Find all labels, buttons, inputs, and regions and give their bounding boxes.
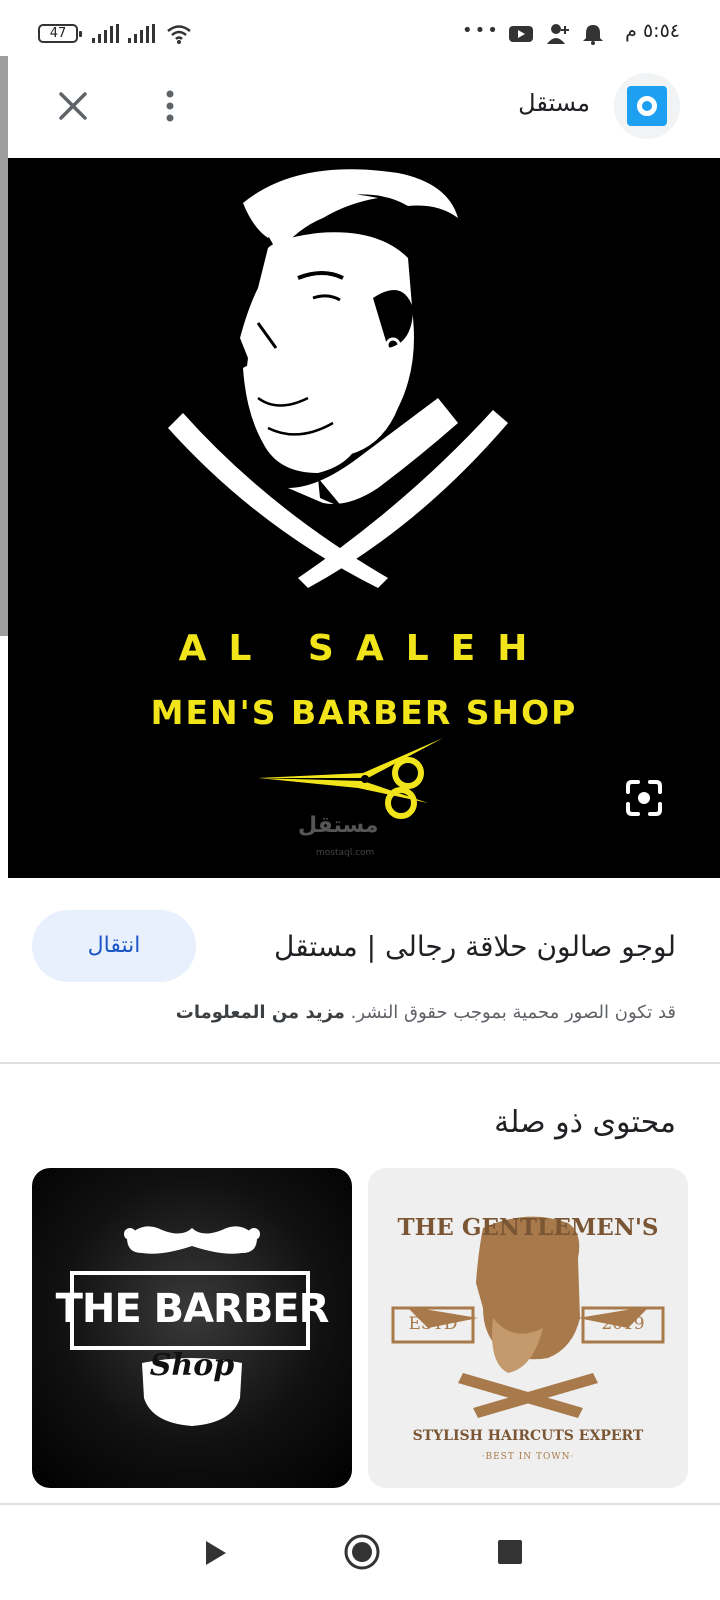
barber-card-script: Shop bbox=[149, 1348, 235, 1383]
gentlemen-arc-top: THE GENTLEMEN'S bbox=[397, 1214, 659, 1241]
signal-icon-2 bbox=[128, 24, 155, 43]
visit-button[interactable]: انتقال bbox=[32, 910, 196, 982]
add-contact-icon bbox=[547, 24, 569, 44]
more-info-link[interactable]: مزيد من المعلومات bbox=[176, 1002, 345, 1023]
brand-tagline: MEN'S BARBER SHOP bbox=[150, 693, 578, 732]
gentlemen-arc-bottom: STYLISH HAIRCUTS EXPERT bbox=[412, 1428, 644, 1444]
clock: ٥:٥٤ م bbox=[625, 20, 680, 42]
related-card-barber-shop[interactable]: THE BARBER Shop bbox=[32, 1168, 352, 1488]
logo-ring bbox=[637, 96, 657, 116]
gentlemen-tagline: ·BEST IN TOWN· bbox=[481, 1452, 575, 1462]
home-circle-icon[interactable] bbox=[343, 1533, 381, 1571]
youtube-icon bbox=[509, 26, 533, 42]
mostaql-logo-icon bbox=[627, 86, 667, 126]
watermark-url: mostaql.com bbox=[316, 848, 375, 858]
google-lens-icon[interactable] bbox=[624, 778, 664, 818]
notification-bell-icon bbox=[583, 25, 603, 45]
brand-name: AL SALEH bbox=[178, 628, 550, 669]
more-status-dots: ••• bbox=[462, 20, 500, 41]
related-content-heading: محتوى ذو صلة bbox=[494, 1105, 676, 1140]
status-bar: 47 ••• ٥:٥٤ م bbox=[0, 0, 720, 60]
source-name[interactable]: مستقل bbox=[518, 89, 590, 117]
back-triangle-icon[interactable] bbox=[202, 1538, 230, 1568]
recent-apps-square-icon[interactable] bbox=[498, 1540, 522, 1564]
barber-portrait-illustration bbox=[168, 169, 508, 588]
scissors-icon bbox=[258, 738, 443, 819]
main-image[interactable]: AL SALEH MEN'S BARBER SHOP مستقل mostaql… bbox=[8, 158, 720, 878]
close-icon[interactable] bbox=[55, 88, 91, 124]
wifi-icon bbox=[167, 25, 191, 44]
copyright-notice: قد تكون الصور محمية بموجب حقوق النشر. مز… bbox=[176, 1002, 676, 1023]
copyright-text: قد تكون الصور محمية بموجب حقوق النشر. bbox=[350, 1002, 676, 1023]
gentlemen-year: 2019 bbox=[601, 1314, 645, 1334]
gentlemen-estd: ESTD bbox=[408, 1314, 458, 1334]
more-options-icon[interactable] bbox=[156, 86, 184, 126]
result-title[interactable]: لوجو صالون حلاقة رجالى | مستقل bbox=[274, 930, 676, 963]
divider bbox=[0, 1062, 720, 1064]
battery-level: 47 bbox=[49, 26, 67, 41]
related-card-gentlemens[interactable]: THE GENTLEMEN'S ESTD 2019 STYLISH HAIRCU… bbox=[368, 1168, 688, 1488]
source-logo[interactable] bbox=[614, 73, 680, 139]
signal-icon bbox=[92, 24, 119, 43]
watermark: مستقل bbox=[298, 813, 379, 838]
battery-icon: 47 bbox=[38, 24, 82, 43]
barber-card-title: THE BARBER bbox=[55, 1286, 330, 1332]
viewer-top-bar bbox=[0, 60, 720, 156]
